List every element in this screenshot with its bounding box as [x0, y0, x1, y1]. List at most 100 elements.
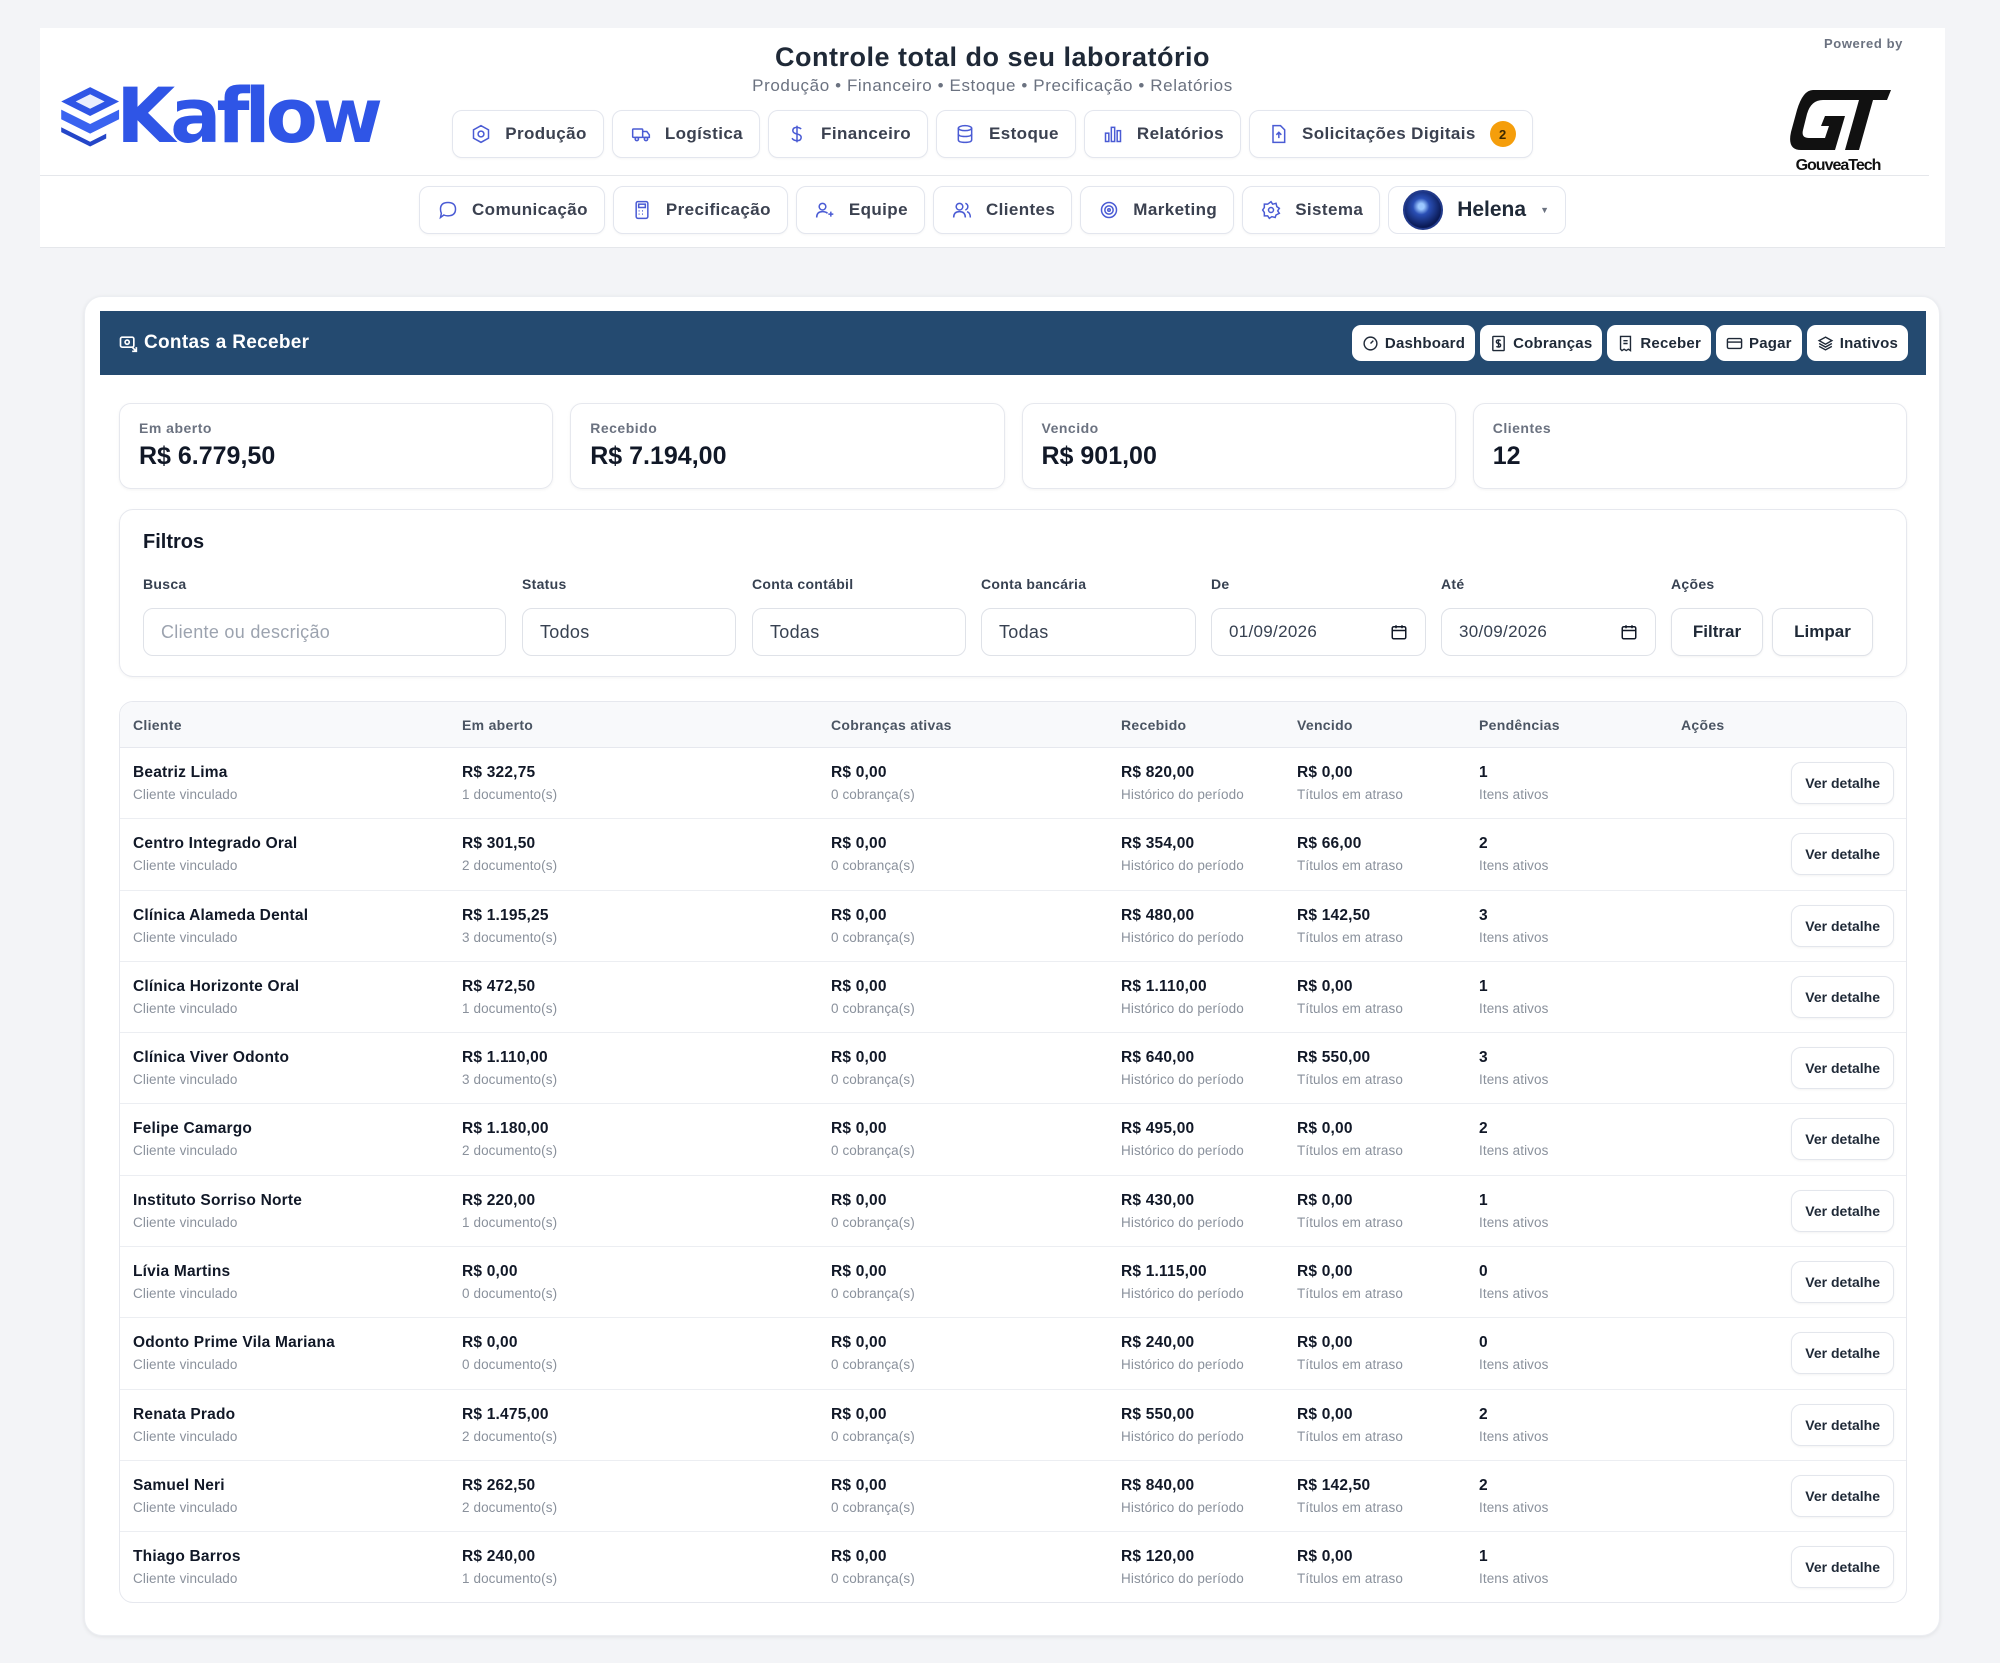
cell-cobrancas-value: R$ 0,00: [831, 1120, 887, 1138]
nav-comunicacao-label: Comunicação: [472, 200, 588, 219]
nav-equipe[interactable]: Equipe: [795, 186, 925, 234]
calendar-icon[interactable]: [1390, 623, 1408, 641]
ver-detalhe-button[interactable]: Ver detalhe: [1791, 904, 1894, 947]
ver-detalhe-button[interactable]: Ver detalhe: [1791, 833, 1894, 876]
user-menu[interactable]: Helena ▼: [1388, 186, 1566, 234]
cell-pendencias-caption: Itens ativos: [1479, 1428, 1549, 1444]
cell-recebido: R$ 240,00 Histórico do período: [1121, 1334, 1244, 1372]
filters-card: Filtros Busca Cliente ou descrição Statu…: [119, 509, 1907, 677]
cell-cobrancas-value: R$ 0,00: [831, 1191, 887, 1209]
cell-recebido: R$ 1.110,00 Histórico do período: [1121, 978, 1244, 1016]
nav-clientes[interactable]: Clientes: [932, 186, 1073, 234]
nav-financeiro[interactable]: Financeiro: [768, 110, 929, 158]
nav-marketing[interactable]: Marketing: [1080, 186, 1235, 234]
nav-marketing-label: Marketing: [1133, 200, 1218, 219]
ver-detalhe-button[interactable]: Ver detalhe: [1791, 1261, 1894, 1304]
table-body: Beatriz Lima Cliente vinculado R$ 322,75 1 …: [120, 748, 1906, 1602]
col-cobrancas-ativas: Cobranças ativas: [831, 717, 952, 733]
cobrancas-button[interactable]: Cobranças: [1480, 325, 1603, 361]
cell-cliente: Clínica Viver Odonto Cliente vinculado: [133, 1049, 289, 1087]
cell-pendencias-value: 0: [1479, 1334, 1488, 1352]
ver-detalhe-button[interactable]: Ver detalhe: [1791, 975, 1894, 1018]
cell-em-aberto-value: R$ 240,00: [462, 1548, 536, 1566]
cell-cobrancas-caption: 0 cobrança(s): [831, 1499, 915, 1515]
cell-em-aberto: R$ 0,00 0 documento(s): [462, 1334, 557, 1372]
nav-comunicacao[interactable]: Comunicação: [419, 186, 605, 234]
kpi-label: Clientes: [1492, 420, 1552, 436]
nav-estoque[interactable]: Estoque: [936, 110, 1076, 158]
ver-detalhe-button[interactable]: Ver detalhe: [1791, 1474, 1894, 1517]
date-to-input[interactable]: 30/09/2026: [1441, 608, 1656, 656]
dashboard-button[interactable]: Dashboard: [1351, 325, 1476, 361]
conta-contabil-select[interactable]: Todas: [752, 608, 966, 656]
limpar-button[interactable]: Limpar: [1772, 608, 1873, 656]
cell-vencido-caption: Títulos em atraso: [1297, 1286, 1403, 1302]
ver-detalhe-button[interactable]: Ver detalhe: [1791, 1047, 1894, 1090]
conta-bancaria-label: Conta bancária: [981, 576, 1087, 592]
receber-button[interactable]: Receber: [1607, 325, 1711, 361]
cell-recebido-caption: Histórico do período: [1121, 1143, 1244, 1159]
nav-producao-label: Produção: [505, 124, 587, 143]
table-row: Beatriz Lima Cliente vinculado R$ 322,75 1 …: [120, 748, 1906, 820]
cell-recebido: R$ 480,00 Histórico do período: [1121, 907, 1244, 945]
cell-recebido-value: R$ 640,00: [1121, 1049, 1195, 1067]
receber-button-label: Receber: [1640, 334, 1701, 352]
filter-acoes: Ações Filtrar Limpar: [1671, 576, 1891, 656]
ver-detalhe-button[interactable]: Ver detalhe: [1791, 1332, 1894, 1375]
cell-vencido: R$ 0,00 Títulos em atraso: [1297, 1406, 1403, 1444]
filtrar-button[interactable]: Filtrar: [1671, 608, 1763, 656]
ver-detalhe-button[interactable]: Ver detalhe: [1791, 1189, 1894, 1232]
cell-vencido: R$ 0,00 Títulos em atraso: [1297, 1548, 1403, 1586]
cell-pendencias-caption: Itens ativos: [1479, 1571, 1549, 1587]
cell-cobrancas-caption: 0 cobrança(s): [831, 1571, 915, 1587]
filter-conta-contabil: Conta contábil Todas: [752, 576, 966, 656]
cell-recebido-caption: Histórico do período: [1121, 787, 1244, 802]
search-input[interactable]: Cliente ou descrição: [143, 608, 506, 656]
nav-producao[interactable]: Produção: [452, 110, 604, 158]
status-select[interactable]: Todos: [522, 608, 736, 656]
cell-em-aberto-value: R$ 0,00: [462, 1334, 518, 1352]
cell-pendencias: 1 Itens ativos: [1479, 1548, 1548, 1586]
cell-recebido-caption: Histórico do período: [1121, 1571, 1244, 1587]
cell-vencido-caption: Títulos em atraso: [1297, 1571, 1403, 1587]
cell-cobrancas-value: R$ 0,00: [831, 764, 887, 781]
cell-recebido-value: R$ 495,00: [1121, 1120, 1195, 1138]
cell-cliente: Renata Prado Cliente vinculado: [133, 1406, 238, 1444]
dashboard-button-label: Dashboard: [1384, 334, 1466, 352]
nav-solicitacoes-digitais[interactable]: Solicitações Digitais 2: [1249, 110, 1533, 158]
cell-em-aberto: R$ 262,50 2 documento(s): [462, 1477, 557, 1515]
cell-pendencias-caption: Itens ativos: [1479, 1499, 1549, 1515]
nav-logistica[interactable]: Logística: [611, 110, 761, 158]
cell-cobrancas: R$ 0,00 0 cobrança(s): [831, 1334, 915, 1372]
ver-detalhe-button[interactable]: Ver detalhe: [1791, 762, 1894, 804]
date-from-input[interactable]: 01/09/2026: [1211, 608, 1426, 656]
pagar-button[interactable]: Pagar: [1716, 325, 1802, 361]
ver-detalhe-button[interactable]: Ver detalhe: [1791, 1546, 1894, 1589]
receipt-icon: [1620, 335, 1632, 352]
cell-vencido-caption: Títulos em atraso: [1297, 1214, 1403, 1230]
avatar: [1403, 190, 1444, 230]
col-cliente: Cliente: [133, 717, 182, 733]
inativos-button[interactable]: Inativos: [1806, 325, 1908, 361]
nav-relatorios[interactable]: Relatórios: [1083, 110, 1242, 158]
cell-vencido: R$ 0,00 Títulos em atraso: [1297, 764, 1403, 802]
nav-precificacao[interactable]: Precificação: [612, 186, 788, 234]
cell-cliente-value: Renata Prado: [133, 1405, 236, 1423]
cell-pendencias-value: 3: [1479, 906, 1488, 924]
calendar-icon[interactable]: [1620, 623, 1638, 641]
ver-detalhe-button[interactable]: Ver detalhe: [1791, 1403, 1894, 1446]
cell-vencido-value: R$ 550,00: [1297, 1049, 1371, 1067]
conta-bancaria-select[interactable]: Todas: [981, 608, 1196, 656]
archive-stack-icon: [1817, 335, 1834, 351]
dollar-icon: [791, 125, 802, 143]
acoes-label: Ações: [1671, 576, 1715, 592]
ver-detalhe-button[interactable]: Ver detalhe: [1791, 1118, 1894, 1161]
truck-icon: [631, 128, 650, 142]
cell-em-aberto-value: R$ 0,00: [462, 1263, 518, 1281]
filter-conta-bancaria: Conta bancária Todas: [981, 576, 1196, 656]
cell-pendencias: 0 Itens ativos: [1479, 1334, 1548, 1372]
cell-recebido-caption: Histórico do período: [1121, 1214, 1244, 1230]
target-icon: [1101, 201, 1118, 219]
nav-sistema[interactable]: Sistema: [1242, 186, 1381, 234]
cell-cliente-caption: Cliente vinculado: [133, 1499, 238, 1515]
